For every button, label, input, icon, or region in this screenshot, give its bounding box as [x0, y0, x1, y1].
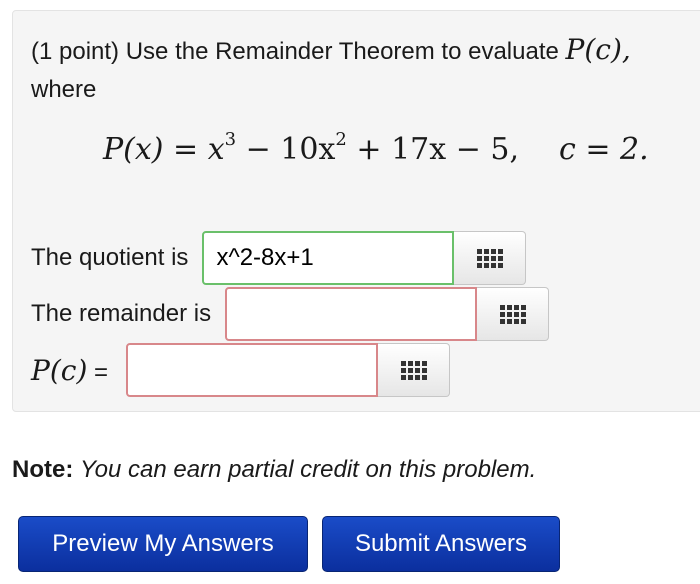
- note-text: You can earn partial credit on this prob…: [80, 456, 537, 483]
- equation-rest: + 17x − 5,: [346, 132, 519, 167]
- polynomial-equation: P(x) = x3 − 10x2 + 17x − 5, c = 2.: [103, 129, 649, 167]
- remainder-answer-group: [225, 287, 550, 341]
- pc-palette-button[interactable]: [378, 343, 451, 397]
- note-label: Note:: [12, 456, 74, 483]
- points-label: (1 point): [31, 38, 120, 65]
- pc-input[interactable]: [126, 343, 379, 397]
- pc-row: P(c) =: [31, 343, 451, 397]
- remainder-input[interactable]: [225, 287, 478, 341]
- preview-answers-button[interactable]: Preview My Answers: [18, 516, 308, 572]
- pc-label: P(c) =: [31, 354, 108, 387]
- instruction-text: Use the Remainder Theorem to evaluate: [125, 38, 559, 65]
- quotient-answer-group: [202, 231, 527, 285]
- pc-label-eq: =: [87, 358, 109, 386]
- quotient-palette-button[interactable]: [454, 231, 527, 285]
- problem-statement: (1 point) Use the Remainder Theorem to e…: [31, 31, 700, 109]
- target-expression: P(c),: [565, 33, 631, 66]
- quotient-label: The quotient is: [31, 244, 189, 271]
- where-text: where: [31, 76, 97, 103]
- grid-icon: [400, 360, 427, 380]
- remainder-label: The remainder is: [31, 300, 212, 327]
- partial-credit-note: Note: You can earn partial credit on thi…: [12, 456, 536, 484]
- submit-answers-button[interactable]: Submit Answers: [322, 516, 560, 572]
- remainder-palette-button[interactable]: [477, 287, 550, 341]
- c-value: c = 2.: [559, 132, 649, 167]
- remainder-row: The remainder is: [31, 287, 550, 341]
- grid-icon: [476, 248, 503, 268]
- pc-answer-group: [126, 343, 451, 397]
- pc-label-func: P(c): [31, 353, 88, 387]
- grid-icon: [499, 304, 526, 324]
- problem-box: (1 point) Use the Remainder Theorem to e…: [12, 10, 700, 412]
- equation-mid: − 10x: [236, 132, 336, 167]
- quotient-row: The quotient is: [31, 231, 527, 285]
- equation-exp-square: 2: [335, 129, 347, 150]
- quotient-input[interactable]: [202, 231, 455, 285]
- equation-exp-cubic: 3: [224, 129, 237, 150]
- equation-lhs: P(x) = x: [103, 132, 225, 167]
